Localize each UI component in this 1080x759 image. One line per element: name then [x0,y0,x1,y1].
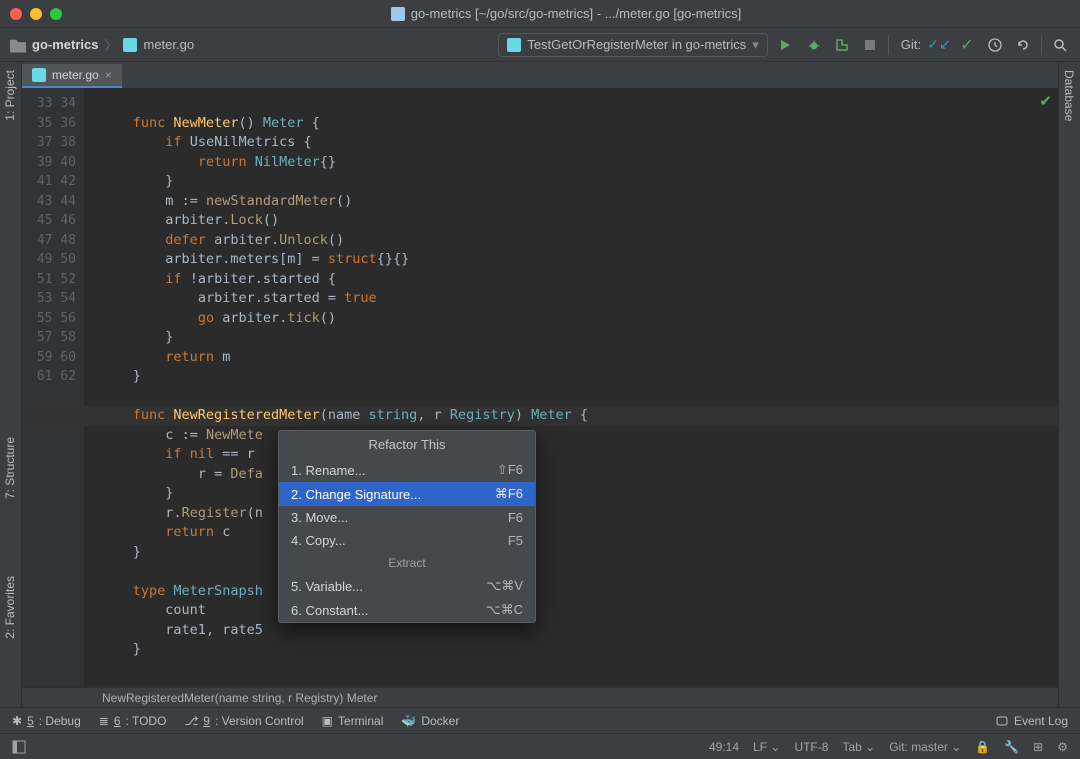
gutter: 33 34 35 36 37 38 39 40 41 42 43 44 45 4… [22,88,84,687]
editor[interactable]: ✔ 33 34 35 36 37 38 39 40 41 42 43 44 45… [22,88,1058,687]
folder-icon [10,37,26,53]
nav-toolbar: go-metrics 〉 meter.go TestGetOrRegisterM… [0,28,1080,62]
left-tool-rail: 1: Project 7: Structure 2: Favorites [0,62,22,707]
popup-item[interactable]: 1. Rename...⇧F6 [279,458,535,482]
window-title: go-metrics [~/go/src/go-metrics] - .../m… [62,6,1070,21]
tool-terminal[interactable]: ▣ Terminal [322,714,384,728]
status-encoding[interactable]: UTF-8 [794,740,828,754]
vcs-commit-button[interactable]: ✓ [957,35,977,55]
editor-breadcrumb[interactable]: NewRegisteredMeter(name string, r Regist… [22,687,1058,707]
run-button[interactable] [776,35,796,55]
status-gear-icon[interactable]: ⚙ [1057,740,1068,754]
tool-project[interactable]: 1: Project [0,62,20,129]
code-area[interactable]: func NewMeter() Meter { if UseNilMetrics… [84,94,1058,679]
status-line-ending[interactable]: LF ⌄ [753,740,780,754]
tool-favorites[interactable]: 2: Favorites [0,568,20,647]
statusbar: 49:14 LF ⌄ UTF-8 Tab ⌄ Git: master ⌄ 🔒 🔧… [0,733,1080,759]
popup-item[interactable]: 5. Variable...⌥⌘V [279,574,535,598]
popup-title: Refactor This [279,431,535,458]
close-window[interactable] [10,8,22,20]
vcs-history-button[interactable] [985,35,1005,55]
popup-item[interactable]: 6. Constant...⌥⌘C [279,598,535,622]
status-caret[interactable]: 49:14 [709,740,739,754]
go-test-icon [507,38,521,52]
search-everywhere-button[interactable] [1050,35,1070,55]
refactor-popup: Refactor This 1. Rename...⇧F62. Change S… [278,430,536,623]
editor-tabs: meter.go × [22,62,122,88]
minimize-window[interactable] [30,8,42,20]
tool-vcs[interactable]: ⎇ 9: Version Control [184,714,303,728]
tool-docker[interactable]: 🐳 Docker [401,714,459,728]
dropdown-icon: ▾ [752,37,759,53]
git-label: Git: [901,37,921,52]
close-tab-icon[interactable]: × [105,68,112,82]
debug-button[interactable] [804,35,824,55]
popup-item[interactable]: 2. Change Signature...⌘F6 [279,482,535,506]
right-tool-rail: Database [1058,62,1080,707]
status-git-branch[interactable]: Git: master ⌄ [889,740,961,754]
go-file-icon [32,68,46,82]
status-memory-icon[interactable]: ⊞ [1033,740,1043,754]
event-log[interactable]: Event Log [995,714,1068,728]
status-wrench-icon[interactable]: 🔧 [1004,740,1019,754]
zoom-window[interactable] [50,8,62,20]
status-left[interactable] [12,740,26,754]
titlebar: go-metrics [~/go/src/go-metrics] - .../m… [0,0,1080,28]
go-file-icon [123,38,137,52]
tool-database[interactable]: Database [1059,62,1079,129]
breadcrumb-project[interactable]: go-metrics [32,37,98,52]
breadcrumb-file[interactable]: meter.go [143,37,194,52]
status-lock-icon[interactable]: 🔒 [975,740,990,754]
status-indent[interactable]: Tab ⌄ [842,740,875,754]
popup-item[interactable]: 4. Copy...F5 [279,529,535,552]
popup-section: Extract [279,552,535,574]
tool-debug[interactable]: ✱ 5: Debug [12,714,81,728]
popup-item[interactable]: 3. Move...F6 [279,506,535,529]
breadcrumb: go-metrics 〉 meter.go [10,35,194,54]
tool-todo[interactable]: ≣ 6: TODO [99,714,167,728]
run-coverage-button[interactable] [832,35,852,55]
bottom-toolbar: ✱ 5: Debug ≣ 6: TODO ⎇ 9: Version Contro… [0,707,1080,733]
editor-tab[interactable]: meter.go × [22,64,122,88]
file-icon [391,7,405,21]
vcs-revert-button[interactable] [1013,35,1033,55]
run-configuration[interactable]: TestGetOrRegisterMeter in go-metrics ▾ [498,33,767,57]
vcs-update-button[interactable]: ✓↙ [929,35,949,55]
tool-structure[interactable]: 7: Structure [0,429,20,507]
stop-button[interactable] [860,35,880,55]
window-controls [10,8,62,20]
